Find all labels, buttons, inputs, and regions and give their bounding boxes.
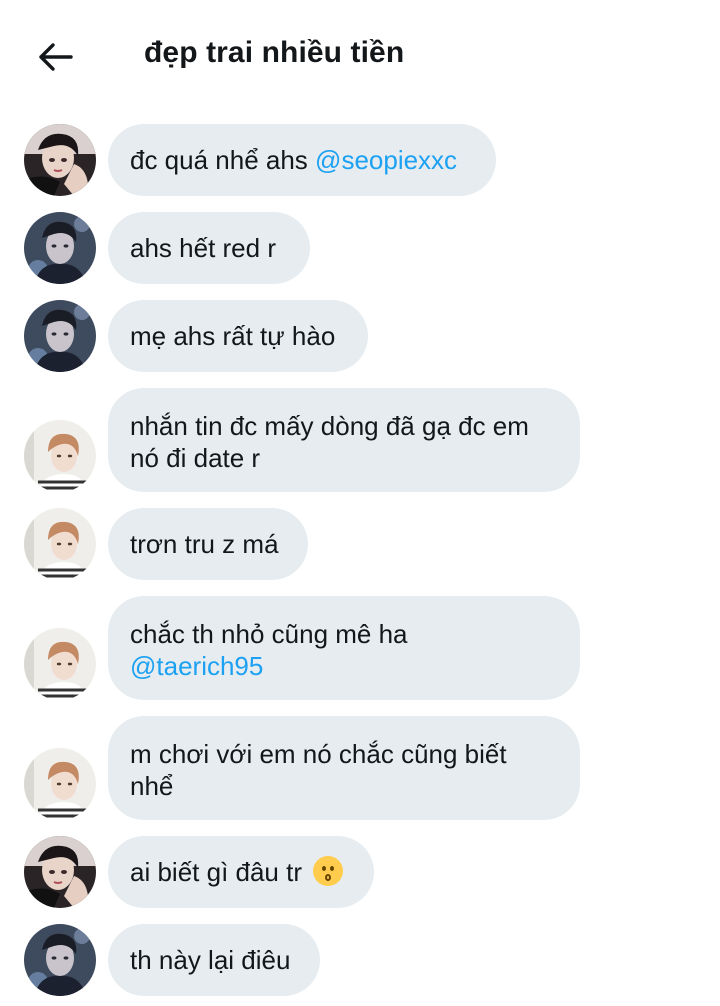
avatar[interactable] (24, 628, 96, 700)
message-row: đc quá nhể ahs @seopiexxc (0, 124, 720, 196)
mention-link[interactable]: @seopiexxc (315, 145, 457, 175)
message-row: ahs hết red r (0, 212, 720, 284)
message-line: trơn tru z má (130, 528, 286, 560)
avatar[interactable] (24, 420, 96, 492)
message-line: m chơi với em nó chắc cũng biết (130, 738, 558, 770)
message-line: mẹ ahs rất tự hào (130, 320, 346, 352)
message-line: ai biết gì đâu tr (130, 856, 352, 888)
message-line: nó đi date r (130, 442, 558, 474)
message-bubble[interactable]: nhắn tin đc mấy dòng đã gạ đc em nó đi da… (108, 388, 580, 492)
message-row: ai biết gì đâu tr (0, 836, 720, 908)
message-bubble[interactable]: ai biết gì đâu tr (108, 836, 374, 908)
message-thread[interactable]: đc quá nhể ahs @seopiexxc ahs hết red r … (0, 0, 720, 1006)
message-line: ahs hết red r (130, 232, 288, 264)
message-bubble[interactable]: trơn tru z má (108, 508, 308, 580)
avatar[interactable] (24, 748, 96, 820)
message-bubble[interactable]: mẹ ahs rất tự hào (108, 300, 368, 372)
mention-link[interactable]: @taerich95 (130, 651, 263, 681)
message-text: ahs hết red r (130, 233, 276, 263)
message-bubble[interactable]: chắc th nhỏ cũng mê ha @taerich95 (108, 596, 580, 700)
message-row: trơn tru z má (0, 508, 720, 580)
message-bubble[interactable]: đc quá nhể ahs @seopiexxc (108, 124, 496, 196)
message-text: ai biết gì đâu tr (130, 857, 310, 887)
message-line: nhắn tin đc mấy dòng đã gạ đc em (130, 410, 558, 442)
message-text: th này lại điêu (130, 945, 291, 975)
avatar[interactable] (24, 924, 96, 996)
message-text: chắc th nhỏ cũng mê ha (130, 619, 408, 649)
message-text: nhể (130, 771, 174, 801)
avatar[interactable] (24, 300, 96, 372)
message-text: mẹ ahs rất tự hào (130, 321, 336, 351)
message-line: chắc th nhỏ cũng mê ha (130, 618, 558, 650)
message-text: trơn tru z má (130, 529, 279, 559)
message-row: nhắn tin đc mấy dòng đã gạ đc em nó đi da… (0, 388, 720, 492)
avatar[interactable] (24, 508, 96, 580)
message-line: th này lại điêu (130, 944, 298, 976)
avatar[interactable] (24, 836, 96, 908)
message-row: th này lại điêu (0, 924, 720, 996)
message-bubble[interactable]: ahs hết red r (108, 212, 310, 284)
kissing-face-icon (313, 856, 344, 886)
message-text: nhắn tin đc mấy dòng đã gạ đc em (130, 411, 529, 441)
message-row: mẹ ahs rất tự hào (0, 300, 720, 372)
avatar[interactable] (24, 212, 96, 284)
message-text: nó đi date r (130, 443, 261, 473)
message-bubble[interactable]: m chơi với em nó chắc cũng biết nhể (108, 716, 580, 820)
message-text: đc quá nhể ahs (130, 145, 316, 175)
message-line: nhể (130, 770, 558, 802)
message-line: @taerich95 (130, 650, 558, 682)
message-row: m chơi với em nó chắc cũng biết nhể (0, 716, 720, 820)
avatar[interactable] (24, 124, 96, 196)
message-bubble[interactable]: th này lại điêu (108, 924, 320, 996)
message-text: m chơi với em nó chắc cũng biết (130, 739, 507, 769)
message-line: đc quá nhể ahs @seopiexxc (130, 144, 474, 176)
message-row: chắc th nhỏ cũng mê ha @taerich95 (0, 596, 720, 700)
